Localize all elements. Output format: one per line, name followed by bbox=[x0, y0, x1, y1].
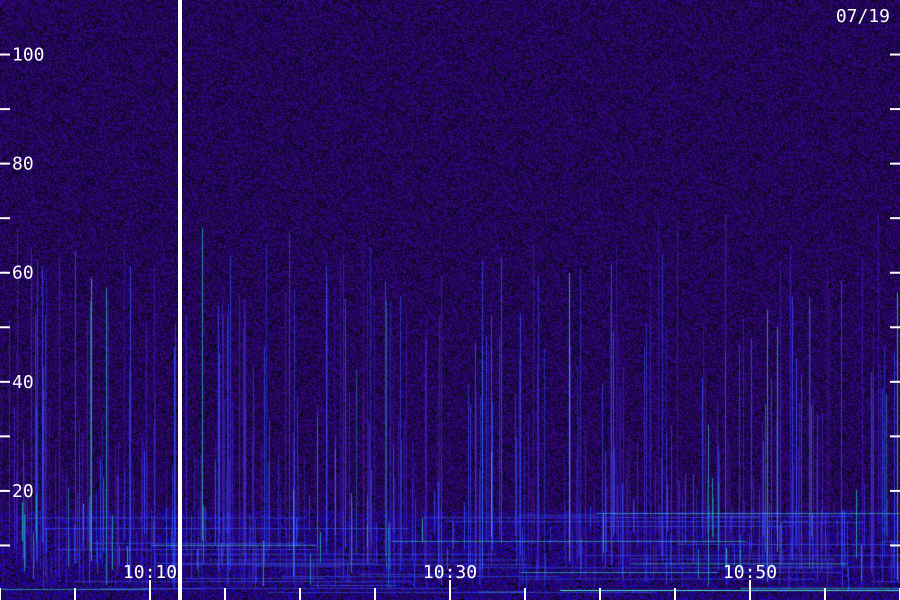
y-tick-label-60: 60 bbox=[12, 263, 34, 284]
x-tick-label-2: 10:50 bbox=[723, 562, 777, 583]
x-tick-label-1: 10:30 bbox=[423, 562, 477, 583]
spectrogram-chart: 100 80 60 40 20 10:10 10:30 10:50 07/19 bbox=[0, 0, 900, 600]
x-axis: 10:10 10:30 10:50 bbox=[0, 562, 900, 600]
date-label: 07/19 bbox=[836, 6, 890, 27]
x-tick-label-0: 10:10 bbox=[123, 562, 177, 583]
y-tick-label-20: 20 bbox=[12, 481, 34, 502]
y-tick-label-80: 80 bbox=[12, 154, 34, 175]
chart-overlay: 100 80 60 40 20 10:10 10:30 10:50 07/19 bbox=[0, 0, 900, 600]
y-axis: 100 80 60 40 20 bbox=[0, 45, 900, 547]
y-tick-label-40: 40 bbox=[12, 372, 34, 393]
y-tick-label-100: 100 bbox=[12, 45, 45, 66]
